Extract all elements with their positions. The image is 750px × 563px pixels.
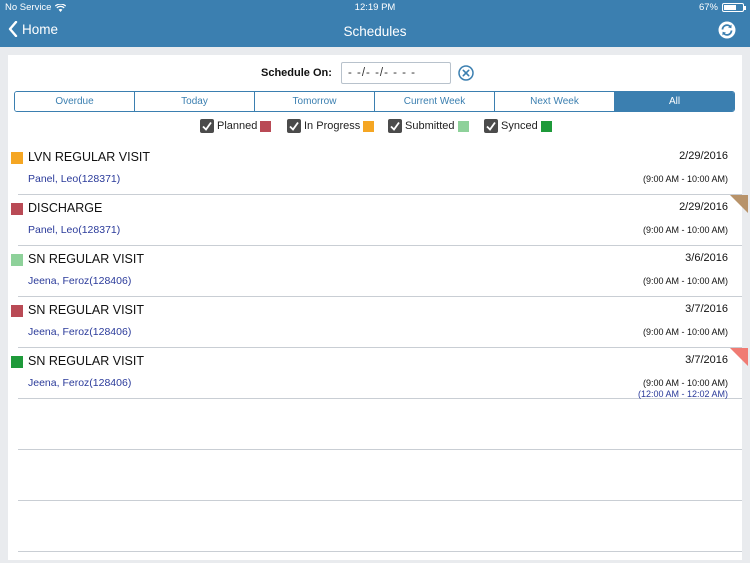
tab-today[interactable]: Today xyxy=(135,92,255,111)
schedule-row[interactable]: SN REGULAR VISIT 3/7/2016 Jeena, Feroz(1… xyxy=(11,348,748,399)
visit-time: (9:00 AM - 10:00 AM) xyxy=(642,378,728,388)
checkmark-icon xyxy=(486,121,496,131)
legend-label: Submitted xyxy=(405,120,455,132)
schedule-row[interactable]: LVN REGULAR VISIT 2/29/2016 Panel, Leo(1… xyxy=(11,144,742,195)
checkbox-in-progress[interactable] xyxy=(287,119,301,133)
clear-date-icon[interactable] xyxy=(458,65,474,81)
schedules-panel: Schedule On: - -/- -/- - - - Overdue Tod… xyxy=(8,55,748,560)
legend-label: Planned xyxy=(217,120,258,132)
visit-time: (9:00 AM - 10:00 AM) xyxy=(642,225,728,235)
checkbox-submitted[interactable] xyxy=(388,119,402,133)
status-indicator xyxy=(11,203,23,215)
status-indicator xyxy=(11,152,23,164)
patient-name: Jeena, Feroz(128406) xyxy=(28,275,132,287)
visit-time: (9:00 AM - 10:00 AM) xyxy=(642,174,728,184)
schedule-date-input[interactable]: - -/- -/- - - - xyxy=(341,62,451,84)
legend-synced[interactable]: Synced xyxy=(484,119,552,133)
visit-type: SN REGULAR VISIT xyxy=(28,252,144,266)
battery-icon xyxy=(722,3,746,12)
schedule-on-label: Schedule On: xyxy=(261,67,332,79)
empty-row xyxy=(18,501,742,552)
patient-name: Jeena, Feroz(128406) xyxy=(28,377,132,389)
visit-time: (9:00 AM - 10:00 AM) xyxy=(642,327,728,337)
visit-time-secondary: (12:00 AM - 12:02 AM) xyxy=(637,389,728,399)
color-swatch xyxy=(540,120,552,132)
schedule-row[interactable]: SN REGULAR VISIT 3/6/2016 Jeena, Feroz(1… xyxy=(11,246,742,297)
visit-date: 3/7/2016 xyxy=(685,303,728,315)
visit-date: 3/6/2016 xyxy=(685,252,728,264)
legend-label: In Progress xyxy=(304,120,361,132)
visit-type: SN REGULAR VISIT xyxy=(28,354,144,368)
empty-row xyxy=(18,450,742,501)
battery-status: 67% xyxy=(698,2,746,13)
nav-bar: Home Schedules xyxy=(0,16,750,47)
legend-planned[interactable]: Planned xyxy=(200,119,272,133)
visit-date: 3/7/2016 xyxy=(685,354,728,366)
tab-current-week[interactable]: Current Week xyxy=(375,92,495,111)
visit-type: LVN REGULAR VISIT xyxy=(28,150,151,164)
patient-name: Panel, Leo(128371) xyxy=(28,224,121,236)
checkmark-icon xyxy=(202,121,212,131)
status-indicator xyxy=(11,254,23,266)
tab-all[interactable]: All xyxy=(615,92,734,111)
schedule-row[interactable]: SN REGULAR VISIT 3/7/2016 Jeena, Feroz(1… xyxy=(11,297,742,348)
checkmark-icon xyxy=(289,121,299,131)
schedule-row[interactable]: DISCHARGE 2/29/2016 Panel, Leo(128371) (… xyxy=(11,195,748,246)
visit-time: (9:00 AM - 10:00 AM) xyxy=(642,276,728,286)
checkbox-planned[interactable] xyxy=(200,119,214,133)
checkbox-synced[interactable] xyxy=(484,119,498,133)
visit-type: SN REGULAR VISIT xyxy=(28,303,144,317)
sync-icon[interactable] xyxy=(718,21,736,39)
color-swatch xyxy=(363,120,375,132)
status-indicator xyxy=(11,305,23,317)
visit-type: DISCHARGE xyxy=(28,201,103,215)
visit-date: 2/29/2016 xyxy=(679,150,728,162)
tab-tomorrow[interactable]: Tomorrow xyxy=(255,92,375,111)
tab-overdue[interactable]: Overdue xyxy=(15,92,135,111)
patient-name: Panel, Leo(128371) xyxy=(28,173,121,185)
visit-date: 2/29/2016 xyxy=(679,201,728,213)
tab-next-week[interactable]: Next Week xyxy=(495,92,615,111)
clock: 12:19 PM xyxy=(354,2,396,13)
status-indicator xyxy=(11,356,23,368)
page-title: Schedules xyxy=(343,24,407,39)
color-swatch xyxy=(457,120,469,132)
status-bar: No Service 12:19 PM 67% xyxy=(0,0,750,16)
legend-label: Synced xyxy=(501,120,538,132)
legend-in-progress[interactable]: In Progress xyxy=(287,119,375,133)
schedule-list: LVN REGULAR VISIT 2/29/2016 Panel, Leo(1… xyxy=(8,144,748,552)
patient-name: Jeena, Feroz(128406) xyxy=(28,326,132,338)
legend-submitted[interactable]: Submitted xyxy=(388,119,469,133)
checkmark-icon xyxy=(390,121,400,131)
period-tabs: Overdue Today Tomorrow Current Week Next… xyxy=(14,91,735,112)
corner-flag xyxy=(730,348,748,366)
empty-row xyxy=(18,399,742,450)
status-legend: Planned In Progress Submitted Synced xyxy=(8,119,742,135)
color-swatch xyxy=(260,120,272,132)
battery-percent: 67% xyxy=(698,2,718,13)
corner-flag xyxy=(730,195,748,213)
date-filter: Schedule On: - -/- -/- - - - xyxy=(8,62,742,86)
